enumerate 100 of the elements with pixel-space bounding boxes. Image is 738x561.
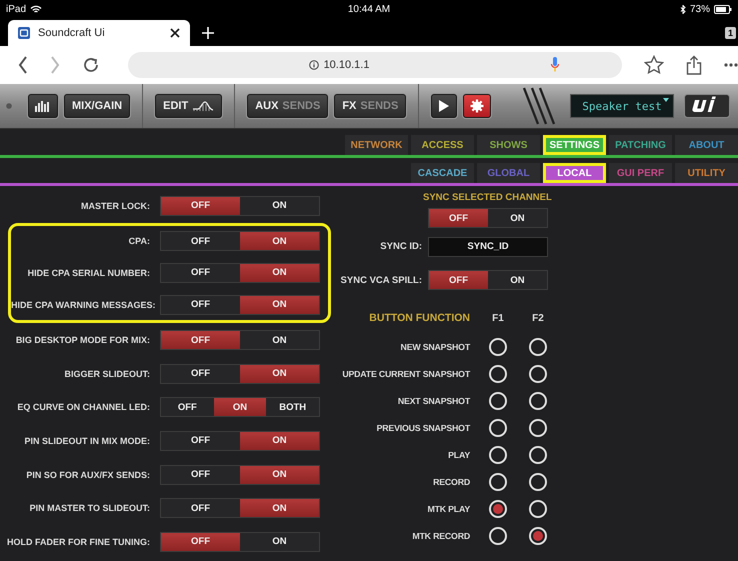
toggle-option[interactable]: ON (488, 209, 547, 227)
back-icon[interactable] (18, 56, 28, 74)
toggle-option[interactable]: OFF (161, 364, 240, 383)
address-field[interactable]: 10.10.1.1 (128, 52, 622, 78)
toggle-option[interactable]: OFF (161, 466, 240, 484)
setting-label: HIDE CPA SERIAL NUMBER: (26, 268, 151, 278)
radio-button[interactable] (489, 526, 507, 544)
toggle-option[interactable]: ON (240, 364, 319, 383)
toggle-option[interactable]: BOTH (266, 398, 320, 416)
radio-button[interactable] (529, 472, 547, 490)
settings-tab[interactable]: LOCAL (543, 163, 606, 183)
tab-count[interactable]: 1 (724, 27, 736, 39)
radio-button[interactable] (489, 446, 507, 464)
function-label: MTK RECORD (411, 530, 470, 540)
radio-button[interactable] (489, 338, 507, 356)
setting-label: PIN SLIDEOUT IN MIX MODE: (23, 436, 151, 446)
toggle-option[interactable]: OFF (161, 499, 240, 518)
settings-tab[interactable]: ACCESS (411, 135, 474, 155)
browser-tab[interactable]: Soundcraft Ui (8, 20, 190, 46)
scene-display[interactable]: Speaker test (570, 94, 674, 118)
settings-tab[interactable]: GUI PERF (609, 163, 672, 183)
column-header: F2 (531, 312, 545, 324)
meters-button[interactable] (28, 94, 58, 118)
toggle-option[interactable]: ON (240, 331, 319, 350)
radio-button[interactable] (529, 418, 547, 436)
toggle-option[interactable]: ON (240, 196, 319, 215)
app-favicon-icon (18, 27, 30, 39)
settings-tab[interactable]: CASCADE (411, 163, 474, 183)
function-label: NEW SNAPSHOT (400, 342, 470, 352)
toggle-option[interactable]: OFF (429, 271, 488, 290)
radio-button[interactable] (529, 364, 547, 382)
star-icon[interactable] (644, 55, 664, 75)
setting-label: MASTER LOCK: (80, 200, 151, 211)
radio-button[interactable] (489, 472, 507, 490)
edit-button[interactable]: EDIT (155, 94, 222, 118)
more-icon[interactable] (724, 63, 738, 67)
tab-title: Soundcraft Ui (38, 27, 106, 39)
toggle-option[interactable]: OFF (161, 398, 214, 416)
toggle-option[interactable]: OFF (161, 432, 240, 450)
fx-sends-button[interactable]: FX SENDS (334, 94, 406, 118)
function-label: PLAY (447, 450, 470, 460)
toggle-option[interactable]: ON (240, 264, 319, 282)
play-icon (438, 99, 450, 113)
toggle-option[interactable]: ON (240, 532, 319, 551)
toggle-option[interactable]: ON (240, 499, 319, 518)
setting-label: SYNC ID: (379, 241, 423, 252)
settings-button[interactable] (463, 94, 492, 118)
setting-label: EQ CURVE ON CHANNEL LED: (16, 402, 151, 412)
radio-button[interactable] (489, 364, 507, 382)
info-icon (308, 60, 319, 70)
toggle-option[interactable]: OFF (161, 331, 240, 350)
setting-label: SYNC VCA SPILL: (340, 274, 423, 286)
toggle-option[interactable]: ON (240, 296, 319, 314)
play-button[interactable] (431, 94, 458, 118)
toggle-option[interactable]: OFF (161, 296, 240, 314)
radio-button[interactable] (489, 418, 507, 436)
battery-icon (714, 4, 732, 14)
toggle-option[interactable]: ON (488, 271, 547, 290)
settings-tab[interactable]: ABOUT (675, 135, 738, 155)
microphone-icon[interactable] (550, 56, 560, 74)
new-tab-icon[interactable] (202, 27, 214, 39)
wifi-icon (30, 4, 42, 14)
sync-id-field[interactable]: SYNC_ID (428, 236, 548, 257)
function-label: UPDATE CURRENT SNAPSHOT (341, 368, 470, 378)
settings-icon (470, 99, 484, 113)
setting-label: BIG DESKTOP MODE FOR MIX: (14, 335, 151, 346)
settings-tab[interactable]: NETWORK (345, 135, 408, 155)
toggle-option[interactable]: OFF (161, 264, 240, 282)
toggle-option[interactable]: OFF (161, 532, 240, 551)
radio-button[interactable] (529, 446, 547, 464)
battery-percent: 73% (690, 4, 710, 14)
clock: 10:44 AM (348, 4, 390, 14)
settings-tab[interactable]: PATCHING (609, 135, 672, 155)
radio-button[interactable] (529, 338, 547, 356)
settings-tab[interactable]: UTILITY (675, 163, 738, 183)
toggle-option[interactable]: ON (240, 432, 319, 450)
radio-button[interactable] (529, 392, 547, 410)
toggle-option[interactable]: ON (240, 466, 319, 484)
radio-button[interactable] (529, 500, 547, 518)
aux-sends-button[interactable]: AUX SENDS (247, 94, 328, 118)
toggle-option[interactable]: OFF (429, 209, 488, 227)
reload-icon[interactable] (82, 56, 100, 74)
toggle-option[interactable]: ON (214, 398, 266, 416)
toggle-option[interactable]: OFF (161, 232, 240, 250)
function-label: PREVIOUS SNAPSHOT (376, 422, 470, 432)
radio-button[interactable] (489, 500, 507, 518)
setting-label: PIN SO FOR AUX/FX SENDS: (25, 470, 151, 480)
toggle-option[interactable]: OFF (161, 196, 240, 215)
close-icon[interactable] (170, 28, 180, 38)
radio-button[interactable] (489, 392, 507, 410)
function-label: RECORD (432, 476, 470, 486)
dropdown-caret-icon (663, 98, 669, 102)
level-meter-icon (35, 100, 51, 112)
settings-tab[interactable]: SHOWS (477, 135, 540, 155)
radio-button[interactable] (529, 526, 547, 544)
share-icon[interactable] (686, 55, 702, 75)
setting-label: BIGGER SLIDEOUT: (63, 368, 151, 379)
toggle-option[interactable]: ON (240, 232, 319, 250)
mix-gain-button[interactable]: MIX/GAIN (64, 94, 130, 118)
section-heading: SYNC SELECTED CHANNEL (423, 192, 552, 203)
